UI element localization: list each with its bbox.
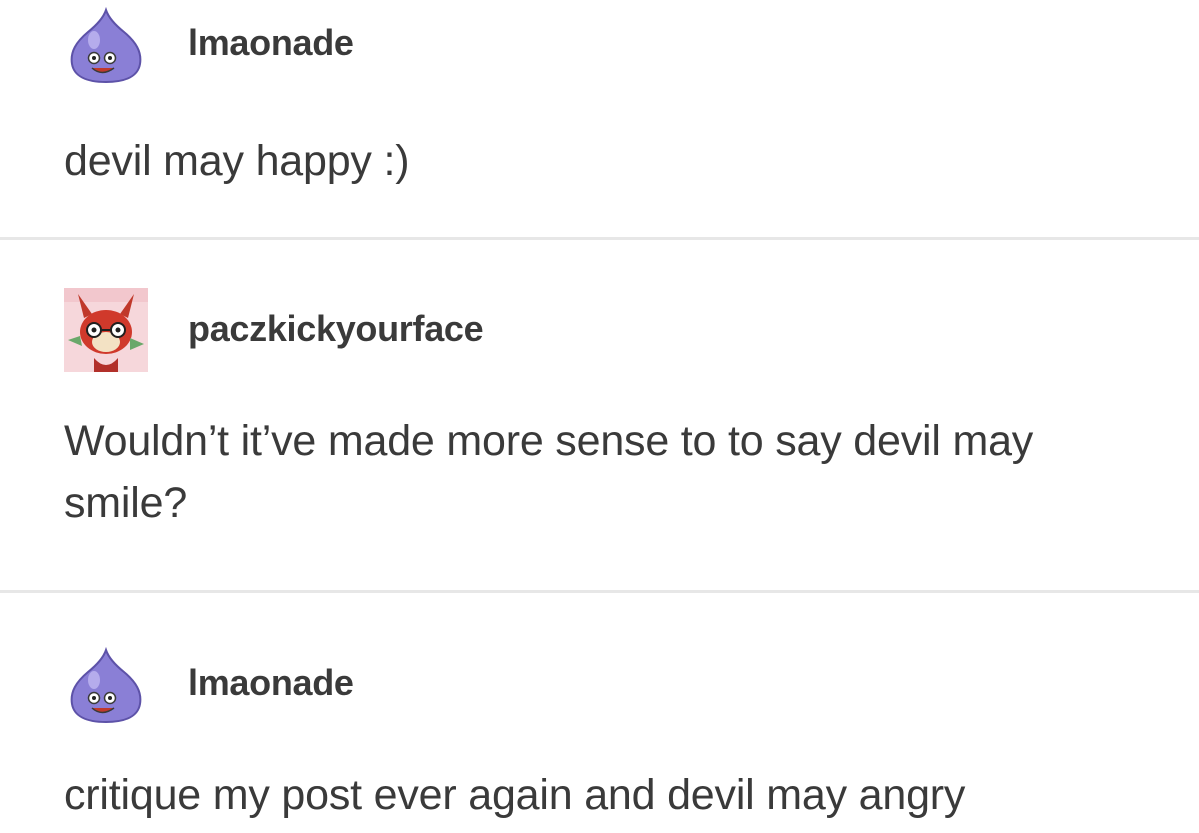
divider bbox=[0, 237, 1199, 240]
post-header: paczkickyourface bbox=[64, 288, 484, 372]
username[interactable]: paczkickyourface bbox=[188, 308, 484, 350]
post-text: devil may happy :) bbox=[64, 137, 410, 185]
red-fox-character-icon[interactable] bbox=[64, 288, 148, 372]
username[interactable]: lmaonade bbox=[188, 662, 354, 704]
purple-slime-icon[interactable] bbox=[64, 642, 148, 726]
post-header: lmaonade bbox=[64, 2, 354, 86]
post-text: Wouldn’t it’ve made more sense to to say… bbox=[64, 417, 1034, 527]
post-header: lmaonade bbox=[64, 642, 354, 726]
divider bbox=[0, 590, 1199, 593]
username[interactable]: lmaonade bbox=[188, 22, 354, 64]
purple-slime-icon[interactable] bbox=[64, 2, 148, 86]
post-text: critique my post ever again and devil ma… bbox=[64, 771, 966, 819]
